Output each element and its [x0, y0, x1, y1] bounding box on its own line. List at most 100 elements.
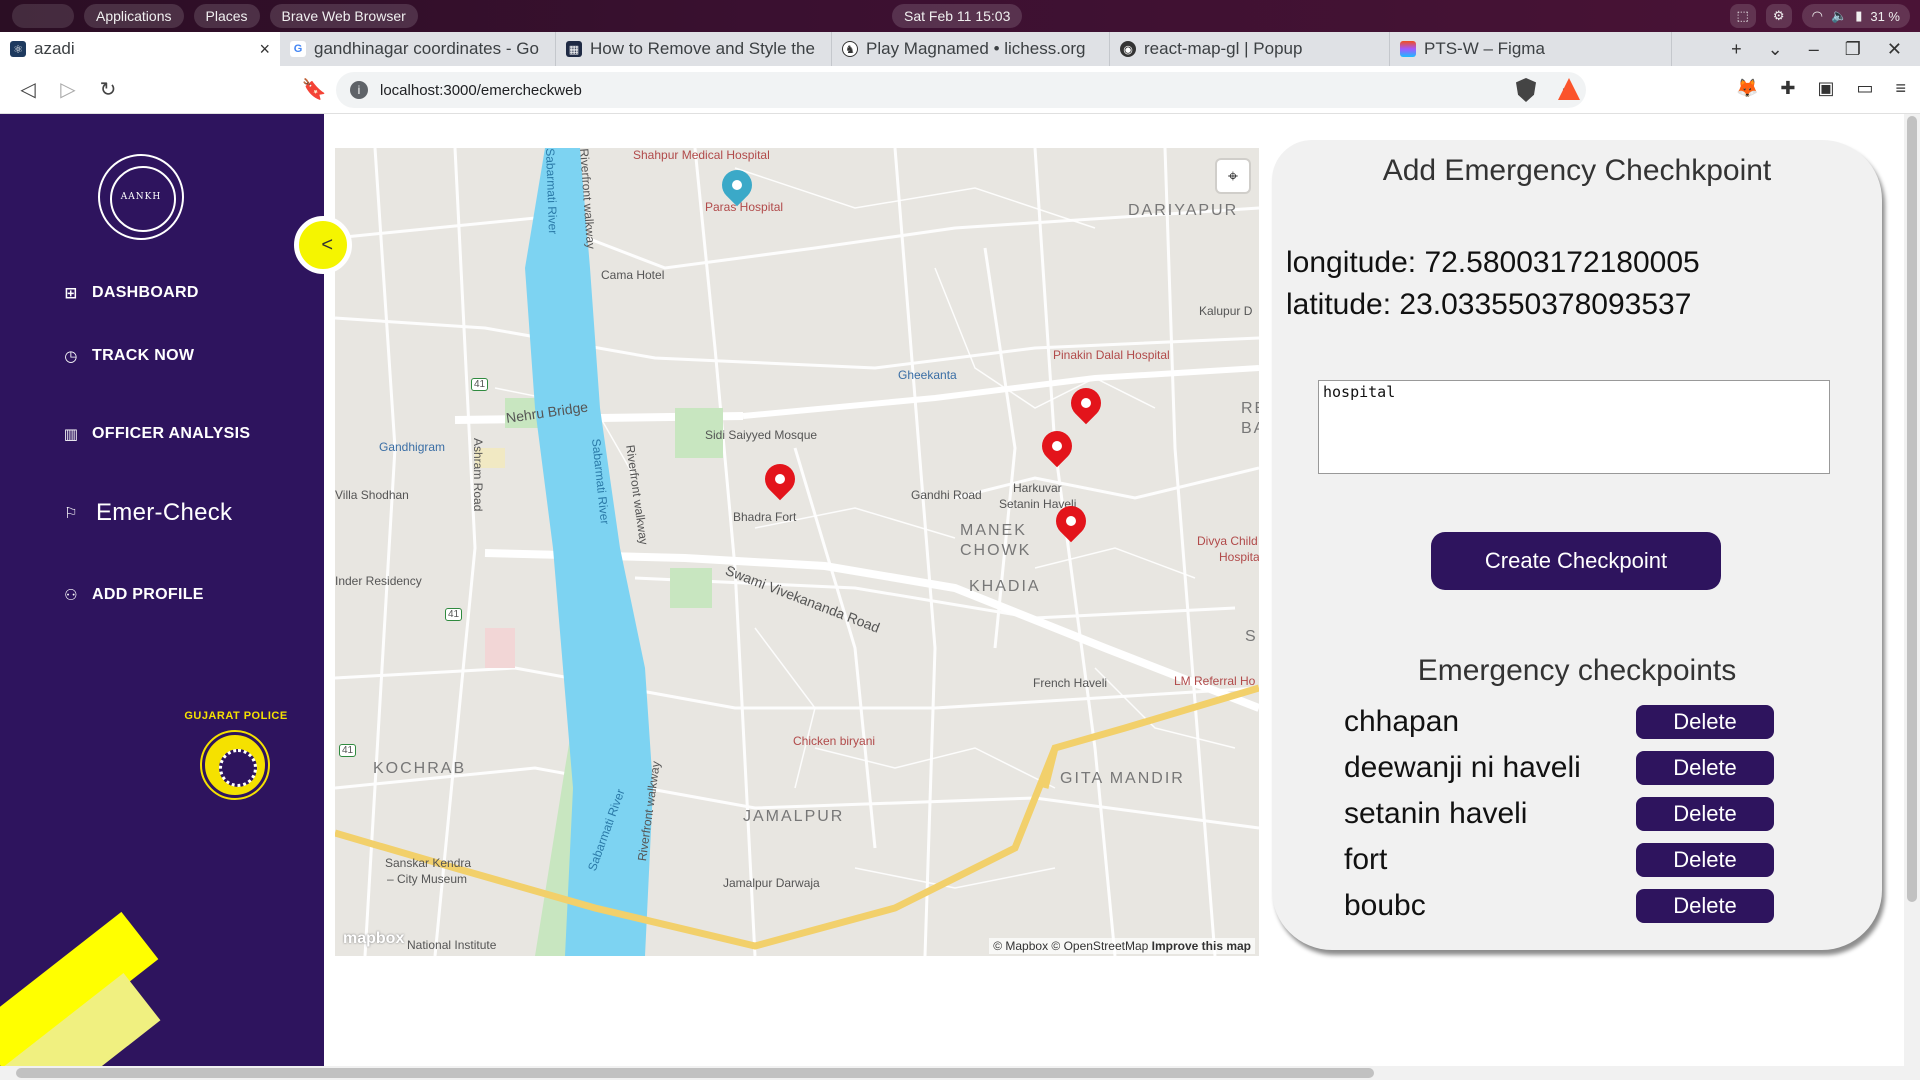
gujarat-police-emblem: GUJARAT POLICE: [180, 710, 292, 810]
map-label: – City Museum: [387, 872, 468, 886]
tab-google[interactable]: G gandhinagar coordinates - Go: [280, 32, 556, 66]
sidebar-item-label: Emer-Check: [96, 499, 233, 526]
map-label: Gandhigram: [379, 440, 446, 454]
map-label: Sanskar Kendra: [385, 856, 472, 870]
map-label: KOCHRAB: [373, 760, 467, 777]
browser-tab-bar: ⚛ azadi × G gandhinagar coordinates - Go…: [0, 32, 1920, 66]
checkpoint-description-textarea[interactable]: hospital: [1318, 380, 1830, 474]
map-label: Divya Child: [1197, 534, 1258, 548]
scrollbar-thumb[interactable]: [1907, 116, 1917, 902]
map-label: LM Referral Ho: [1174, 674, 1256, 688]
aankh-logo: AANKH: [98, 154, 184, 240]
delete-checkpoint-button[interactable]: Delete: [1636, 705, 1774, 739]
brave-shield-icon[interactable]: [1516, 78, 1536, 102]
delete-checkpoint-button[interactable]: Delete: [1636, 843, 1774, 877]
sidebar-item-label: OFFICER ANALYSIS: [92, 425, 251, 442]
map-label: Kalupur D: [1199, 304, 1253, 318]
delete-checkpoint-button[interactable]: Delete: [1636, 797, 1774, 831]
flag-icon: ⚐: [64, 505, 78, 522]
tab-lichess[interactable]: ♞ Play Magnamed • lichess.org: [832, 32, 1110, 66]
settings-gear-icon[interactable]: ⚙: [1765, 4, 1792, 28]
tab-figma[interactable]: PTS-W – Figma: [1390, 32, 1672, 66]
tab-list-icon[interactable]: ⌄: [1768, 39, 1783, 60]
os-menu-places[interactable]: Places: [193, 4, 260, 28]
geolocate-control-icon[interactable]: ⌖: [1217, 160, 1249, 192]
sidebar-item-emer-check[interactable]: ⚐ Emer-Check: [62, 499, 232, 527]
sidebar-collapse-button[interactable]: <: [294, 216, 352, 274]
chevron-left-icon: <: [321, 233, 333, 256]
os-clock[interactable]: Sat Feb 11 15:03: [892, 4, 1023, 28]
map-label: RE: [1241, 400, 1259, 417]
address-toolbar: ◁ ▷ ↻ 🔖 i localhost:3000/emercheckweb < …: [0, 66, 1920, 114]
new-tab-icon[interactable]: +: [1731, 39, 1742, 60]
map-label: S: [1245, 628, 1258, 645]
map-label: GITA MANDIR: [1060, 770, 1185, 787]
create-checkpoint-button[interactable]: Create Checkpoint: [1431, 532, 1721, 590]
scrollbar-thumb[interactable]: [16, 1068, 1374, 1078]
sidebar-item-track-now[interactable]: ◷ TRACK NOW: [62, 347, 194, 365]
wallet-icon[interactable]: ▭: [1856, 78, 1873, 99]
map-label: Harkuvar: [1013, 481, 1062, 495]
map-label: Jamalpur Darwaja: [723, 876, 820, 890]
article-favicon-icon: ▦: [566, 41, 582, 57]
lichess-favicon-icon: ♞: [842, 41, 858, 57]
os-menu-browser[interactable]: Brave Web Browser: [269, 4, 418, 28]
map-label: Villa Shodhan: [335, 488, 409, 502]
brave-rewards-icon[interactable]: 8: [1558, 78, 1580, 100]
delete-checkpoint-button[interactable]: Delete: [1636, 889, 1774, 923]
close-window-icon[interactable]: ✕: [1887, 39, 1902, 60]
sidebar-toggle-icon[interactable]: ▣: [1817, 78, 1834, 99]
map-base-layer: [335, 148, 1259, 956]
tab-azadi[interactable]: ⚛ azadi ×: [0, 32, 280, 66]
tab-title: Play Magnamed • lichess.org: [866, 39, 1086, 58]
sidebar-item-officer-analysis[interactable]: ▥ OFFICER ANALYSIS: [62, 425, 250, 443]
delete-checkpoint-button[interactable]: Delete: [1636, 751, 1774, 785]
back-icon[interactable]: ◁: [10, 72, 46, 108]
list-item: fort Delete: [1344, 842, 1804, 878]
close-tab-icon[interactable]: ×: [259, 39, 270, 60]
improve-map-link[interactable]: Improve this map: [1152, 939, 1251, 953]
wifi-icon: ◠: [1811, 8, 1824, 23]
attribution-text: © Mapbox © OpenStreetMap: [993, 939, 1149, 953]
list-item: boubc Delete: [1344, 888, 1804, 924]
react-favicon-icon: ⚛: [10, 41, 26, 57]
panel-title: Add Emergency Chechkpoint: [1382, 154, 1772, 187]
system-status-group[interactable]: ◠ 🔈 ▮ 31 %: [1801, 4, 1910, 28]
checkpoint-name: fort: [1344, 843, 1388, 876]
sidebar-item-dashboard[interactable]: ⊞ DASHBOARD: [62, 284, 199, 302]
emergency-checkpoint-panel: Add Emergency Chechkpoint longitude: 72.…: [1272, 140, 1882, 950]
checkpoint-name: boubc: [1344, 889, 1426, 922]
minimize-icon[interactable]: –: [1809, 39, 1819, 60]
vertical-scrollbar[interactable]: [1904, 114, 1920, 1066]
horizontal-scrollbar[interactable]: [0, 1066, 1920, 1080]
sidebar-item-add-profile[interactable]: ⚇ ADD PROFILE: [62, 586, 204, 604]
os-menu-applications[interactable]: Applications: [84, 4, 184, 28]
map-label: Hospita: [1219, 550, 1259, 564]
reload-icon[interactable]: ↻: [90, 72, 126, 108]
url-text[interactable]: localhost:3000/emercheckweb: [380, 82, 582, 99]
forward-icon[interactable]: ▷: [50, 72, 86, 108]
tab-react-map-gl[interactable]: ◉ react-map-gl | Popup: [1110, 32, 1390, 66]
sidebar-item-label: DASHBOARD: [92, 284, 199, 301]
map-label: Pinakin Dalal Hospital: [1053, 348, 1170, 362]
dashboard-icon: ⊞: [64, 285, 78, 302]
site-info-icon[interactable]: i: [350, 81, 368, 99]
checkpoint-name: deewanji ni haveli: [1344, 751, 1581, 784]
tab-style-article[interactable]: ▦ How to Remove and Style the: [556, 32, 832, 66]
figma-favicon-icon: [1400, 41, 1416, 57]
browser-menu-icon[interactable]: ≡: [1895, 78, 1906, 99]
extensions-puzzle-icon[interactable]: ✚: [1780, 78, 1795, 99]
screen-record-icon[interactable]: ⬚: [1729, 4, 1756, 28]
map-label: Gheekanta: [898, 368, 957, 382]
apple-menu-icon[interactable]: [12, 4, 74, 28]
metamask-extension-icon[interactable]: 🦊: [1736, 78, 1758, 99]
bookmark-icon[interactable]: 🔖: [296, 72, 332, 108]
mapbox-logo[interactable]: mapbox: [343, 930, 404, 948]
map-label: Sabarmati River: [543, 148, 561, 235]
police-seal-icon: [200, 730, 270, 800]
battery-icon: ▮: [1855, 8, 1863, 23]
map-view[interactable]: Shahpur Medical Hospital Paras Hospital …: [335, 148, 1259, 956]
restore-icon[interactable]: ❐: [1845, 39, 1861, 60]
map-label: Chicken biryani: [793, 734, 876, 748]
url-bar[interactable]: i localhost:3000/emercheckweb <: [336, 72, 1586, 108]
